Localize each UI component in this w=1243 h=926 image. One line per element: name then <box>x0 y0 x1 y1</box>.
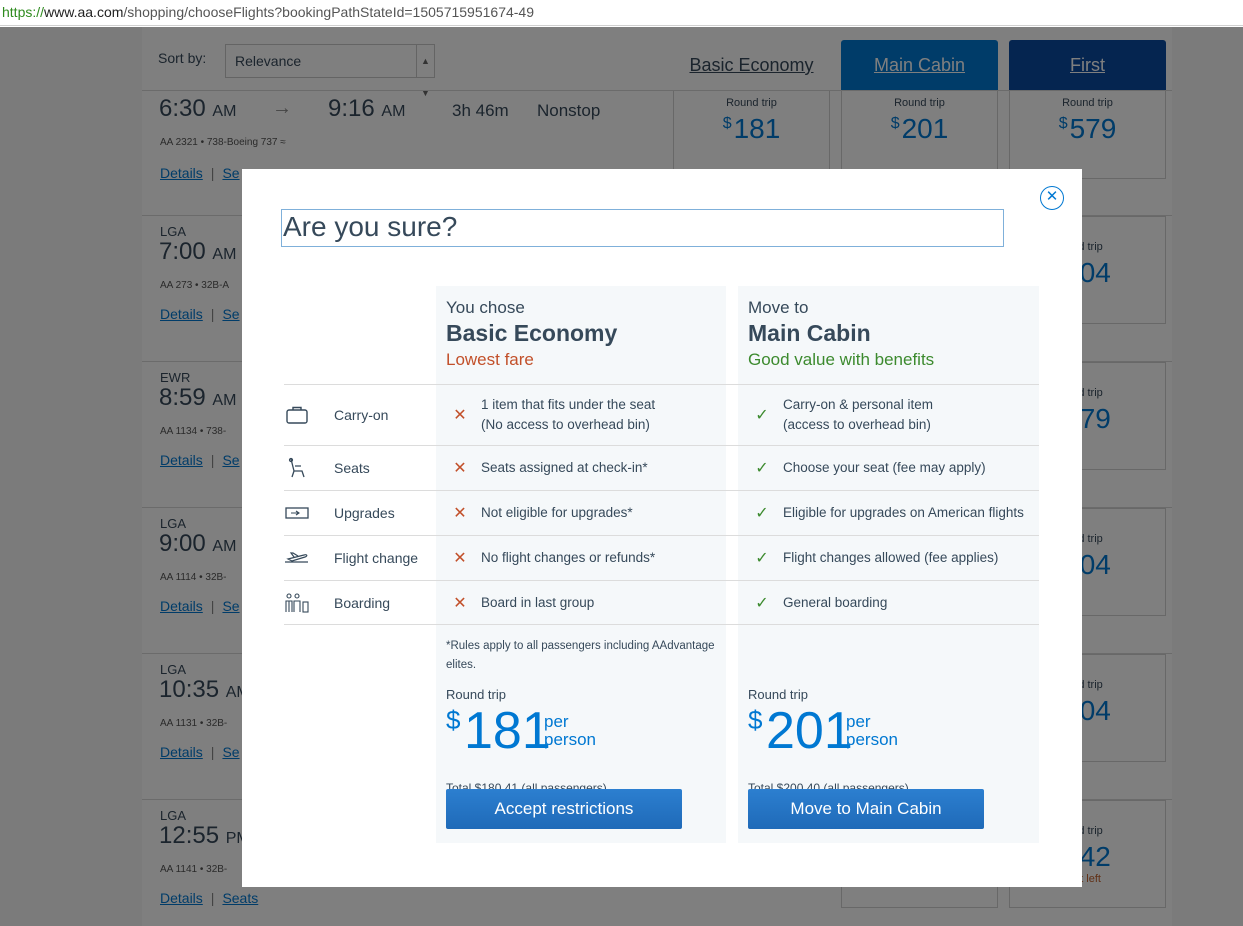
url-path: /shopping/chooseFlights?bookingPathState… <box>123 4 534 20</box>
x-icon: ✕ <box>453 460 467 477</box>
ticket-icon <box>284 491 310 535</box>
main-value: Carry-on & personal item (access to overh… <box>783 397 934 432</box>
carry-on-icon <box>284 385 310 445</box>
seat-icon <box>284 446 310 490</box>
x-icon: ✕ <box>453 550 467 567</box>
upgrade-confirm-modal: ✕ Are you sure? You chose Basic Economy … <box>242 169 1082 887</box>
comparison-row-carry-on: Carry-on ✕ 1 item that fits under the sea… <box>284 384 1039 445</box>
round-trip-label: Round trip <box>446 687 506 702</box>
row-label: Carry-on <box>334 407 389 423</box>
basic-value: Board in last group <box>481 594 595 610</box>
x-icon: ✕ <box>453 505 467 522</box>
basic-value: 1 item that fits under the seat (No acces… <box>481 397 656 432</box>
move-to-cabin: Main Cabin <box>748 320 871 346</box>
price-amount: 201 <box>766 702 853 760</box>
main-value: Eligible for upgrades on American flight… <box>783 505 1024 520</box>
check-icon: ✓ <box>755 460 769 477</box>
basic-price: Round trip $ 181 per person Total $180.41… <box>446 687 607 795</box>
price-amount: 181 <box>464 702 551 760</box>
x-icon: ✕ <box>453 407 467 424</box>
main-value: Flight changes allowed (fee applies) <box>783 550 999 565</box>
comparison-row-flight-change: Flight change ✕ No flight changes or refu… <box>284 535 1039 580</box>
check-icon: ✓ <box>755 407 769 424</box>
basic-value: Seats assigned at check-in* <box>481 460 648 475</box>
you-chose-cabin: Basic Economy <box>446 320 618 346</box>
url-protocol: https:// <box>2 4 45 20</box>
move-to-label: Move to <box>748 298 809 317</box>
row-label: Seats <box>334 460 370 476</box>
main-price: Round trip $ 201 per person Total $200.40… <box>748 687 909 795</box>
per-person-label: per person <box>544 712 596 749</box>
boarding-icon <box>284 581 310 624</box>
comparison-table: Carry-on ✕ 1 item that fits under the sea… <box>284 384 1039 625</box>
basic-value: Not eligible for upgrades* <box>481 505 633 520</box>
move-to-main-cabin-button[interactable]: Move to Main Cabin <box>748 789 984 829</box>
check-icon: ✓ <box>755 505 769 522</box>
check-icon: ✓ <box>755 594 769 612</box>
url-host: www.aa.com <box>44 4 124 20</box>
per-person-label: per person <box>846 712 898 749</box>
comparison-row-boarding: Boarding ✕ Board in last group ✓ General b… <box>284 580 1039 625</box>
you-chose-label: You chose <box>446 298 525 317</box>
you-chose-sub: Lowest fare <box>446 350 534 369</box>
url-bar[interactable]: https://www.aa.com/shopping/chooseFlight… <box>0 0 1243 26</box>
row-label: Boarding <box>334 594 391 611</box>
check-icon: ✓ <box>755 550 769 567</box>
currency-symbol: $ <box>446 705 461 735</box>
modal-title: Are you sure? <box>281 209 1004 247</box>
round-trip-label: Round trip <box>748 687 808 702</box>
comparison-row-upgrades: Upgrades ✕ Not eligible for upgrades* ✓ El… <box>284 490 1039 535</box>
currency-symbol: $ <box>748 705 763 735</box>
row-label: Upgrades <box>334 505 395 521</box>
accept-restrictions-button[interactable]: Accept restrictions <box>446 789 682 829</box>
x-icon: ✕ <box>453 594 467 612</box>
main-value: General boarding <box>783 594 888 610</box>
move-to-sub: Good value with benefits <box>748 350 935 369</box>
basic-value: No flight changes or refunds* <box>481 550 656 565</box>
plane-icon <box>284 536 310 580</box>
row-label: Flight change <box>334 550 419 566</box>
close-icon[interactable]: ✕ <box>1040 186 1064 210</box>
main-value: Choose your seat (fee may apply) <box>783 460 986 475</box>
rules-note: *Rules apply to all passengers including… <box>446 640 715 671</box>
comparison-row-seats: Seats ✕ Seats assigned at check-in* ✓ Choo… <box>284 445 1039 490</box>
